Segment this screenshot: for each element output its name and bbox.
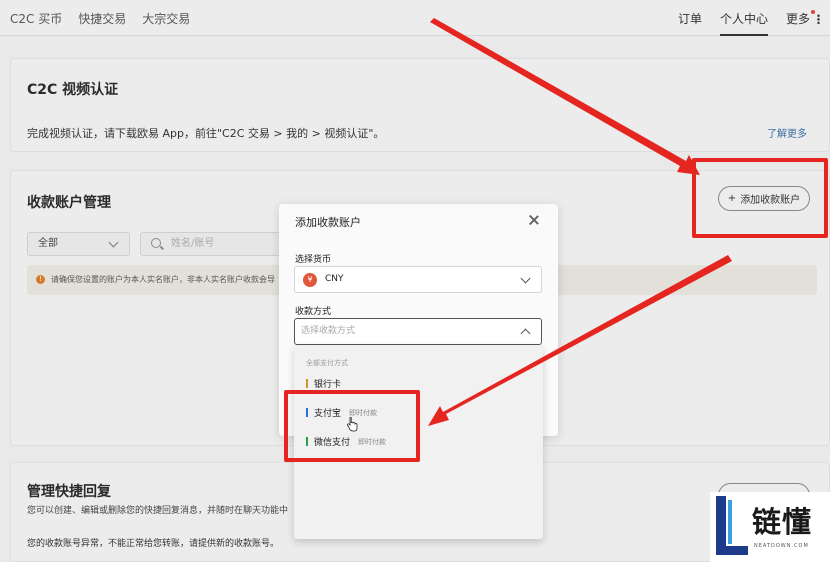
dropdown-group-label: 全部支付方式 [306,359,348,367]
annotation-box-payment-options [284,390,420,462]
currency-label: 选择货币 [295,255,332,265]
nav-item-orders[interactable]: 订单 [678,10,702,27]
payment-account-title: 收款账户管理 [27,195,111,211]
kebab-menu-icon [817,14,820,24]
close-icon[interactable] [528,214,540,226]
video-verification-title: C2C 视频认证 [27,82,119,98]
video-verification-desc: 完成视频认证，请下载欧易 App，前往"C2C 交易 > 我的 > 视频认证"。 [27,127,385,140]
watermark-logo: 链懂 NEATDOWN.COM [710,492,830,562]
quick-reply-sample: 您的收款账号异常，不能正常给您转账，请提供新的收款账号。 [27,539,280,549]
bank-card-color-bar [306,379,308,388]
notification-dot-icon [811,9,815,14]
watermark-brand: 链懂 [752,505,813,539]
currency-select[interactable]: ¥ CNY [294,266,542,293]
currency-value: CNY [325,274,344,284]
warning-notice-text: 请确保您设置的账户为本人实名账户，非本人实名账户收款会导 [51,275,275,284]
payment-method-placeholder: 选择收款方式 [301,326,356,336]
nav-item-profile[interactable]: 个人中心 [719,0,768,36]
watermark-domain: NEATDOWN.COM [754,543,809,549]
video-verification-card: C2C 视频认证 完成视频认证，请下载欧易 App，前往"C2C 交易 > 我的… [10,58,830,152]
nav-item-block-trade[interactable]: 大宗交易 [142,10,190,27]
nav-more-label: 更多 [785,11,810,26]
nav-item-more[interactable]: 更多 [785,9,820,27]
warning-icon: ! [36,275,45,284]
filter-select[interactable]: 全部 [27,232,130,256]
search-placeholder: 姓名/账号 [171,238,215,249]
yuan-icon: ¥ [303,273,317,287]
top-nav: C2C 买币 快捷交易 大宗交易 订单 个人中心 更多 [0,0,830,36]
learn-more-link[interactable]: 了解更多 [767,125,807,140]
option-bank-card-label: 银行卡 [314,380,342,390]
option-bank-card[interactable]: 银行卡 [306,377,341,390]
search-icon [151,238,161,248]
filter-select-value: 全部 [38,238,58,249]
chevron-up-icon [520,328,531,339]
quick-reply-desc: 您可以创建、编辑或删除您的快捷回复消息，并随时在聊天功能中 [27,506,289,516]
search-input[interactable]: 姓名/账号 [140,232,290,256]
quick-reply-title: 管理快捷回复 [27,484,111,500]
payment-method-select[interactable]: 选择收款方式 [294,318,542,345]
nav-right: 订单 个人中心 更多 [678,0,820,36]
nav-item-c2c[interactable]: C2C 买币 [10,10,62,27]
logo-mark-icon [716,496,748,555]
payment-method-label: 收款方式 [295,307,332,317]
annotation-box-add-button [692,158,828,238]
chevron-down-icon [520,273,531,284]
nav-left: C2C 买币 快捷交易 大宗交易 [10,0,190,36]
chevron-down-icon [108,237,119,248]
nav-item-quick-trade[interactable]: 快捷交易 [78,10,126,27]
modal-title: 添加收款账户 [295,216,361,229]
